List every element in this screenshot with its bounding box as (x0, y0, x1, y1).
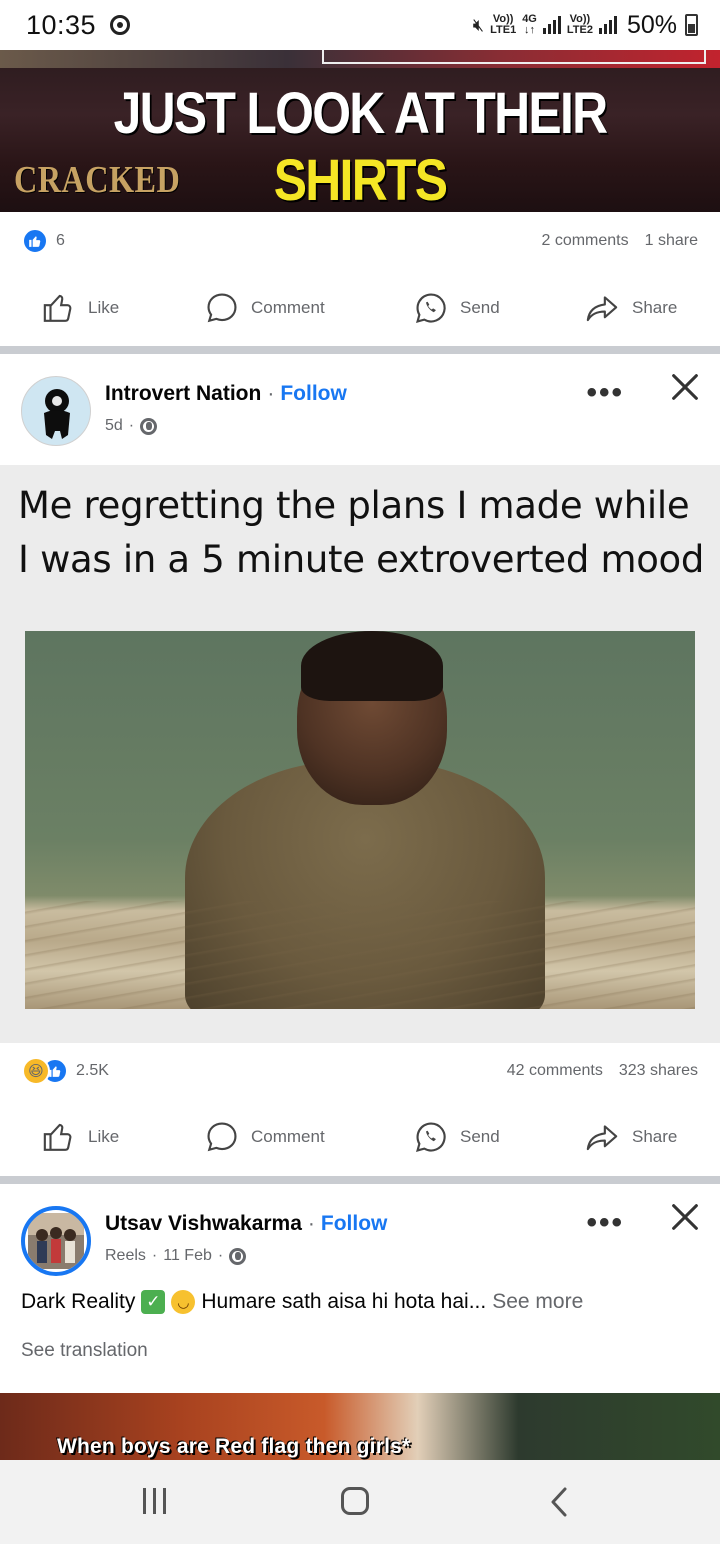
video-frame-border (322, 50, 706, 64)
comment-icon (207, 293, 237, 323)
like-label: Like (88, 1127, 120, 1146)
author-line: Utsav Vishwakarma · Follow (105, 1212, 388, 1236)
reel-caption: When boys are Red flag then girls* (57, 1435, 411, 1458)
feed-divider (0, 1176, 720, 1184)
photo-figure-hair (301, 631, 443, 701)
send-button[interactable]: Send (414, 1120, 500, 1154)
share-button[interactable]: Share (584, 1120, 677, 1154)
photo-blanket (25, 901, 695, 1009)
post-meta: Reels · 11 Feb · (105, 1247, 247, 1265)
comment-button[interactable]: Comment (205, 291, 325, 325)
share-label: Share (632, 298, 678, 317)
comments-count[interactable]: 42 comments (507, 1062, 603, 1080)
status-bar: 10:35 🔇︎ Vo)) LTE1 4G ↓↑ Vo)) LTE2 50% (0, 0, 720, 50)
shares-count[interactable]: 1 share (645, 232, 698, 250)
close-icon[interactable] (668, 1200, 702, 1239)
author-line: Introvert Nation · Follow (105, 382, 347, 406)
more-options-icon[interactable]: ••• (586, 376, 624, 410)
chrome-icon (110, 15, 131, 35)
share-icon (586, 1125, 618, 1151)
follow-button[interactable]: Follow (280, 382, 347, 406)
comment-label: Comment (251, 298, 325, 317)
post-type[interactable]: Reels (105, 1247, 146, 1265)
reaction-count: 2.5K (76, 1062, 109, 1079)
like-reaction-icon (22, 228, 48, 254)
status-time: 10:35 (26, 9, 97, 40)
mute-icon: 🔇︎ (472, 14, 485, 35)
post-actions: Like Comment Send Share (0, 1107, 720, 1167)
reaction-count: 6 (56, 232, 65, 249)
network-type: 4G ↓↑ (522, 13, 537, 36)
back-icon[interactable] (548, 1486, 570, 1523)
signal-icon (542, 16, 561, 34)
see-more-link[interactable]: See more (492, 1290, 583, 1314)
reaction-summary[interactable]: 😆 2.5K 42 comments 323 shares (0, 1042, 720, 1100)
system-nav-bar (0, 1460, 720, 1544)
meme-photo (25, 631, 695, 1009)
post-actions: Like Comment Send Share (0, 278, 720, 338)
meme-caption: Me regretting the plans I made while I w… (18, 484, 705, 581)
like-button[interactable]: Like (42, 291, 119, 325)
reel-thumbnail[interactable]: When boys are Red flag then girls* (0, 1393, 720, 1460)
close-icon[interactable] (668, 370, 702, 409)
globe-icon (140, 417, 158, 435)
like-button[interactable]: Like (42, 1120, 119, 1154)
share-icon (586, 296, 618, 322)
video-brand-logo: CRACKED (14, 159, 181, 201)
send-label: Send (460, 1127, 500, 1146)
follow-button[interactable]: Follow (321, 1212, 388, 1236)
home-icon[interactable] (341, 1487, 369, 1515)
globe-icon (229, 1247, 247, 1265)
more-options-icon[interactable]: ••• (586, 1206, 624, 1240)
post-header: Utsav Vishwakarma · Follow Reels · 11 Fe… (0, 1184, 720, 1294)
author-name[interactable]: Introvert Nation (105, 382, 261, 406)
avatar[interactable] (21, 376, 91, 446)
post-time[interactable]: 5d (105, 417, 123, 435)
comment-icon (207, 1122, 237, 1152)
avatar[interactable] (21, 1206, 91, 1276)
recent-apps-icon[interactable] (143, 1488, 166, 1514)
checkmark-emoji: ✓ (141, 1290, 166, 1314)
signal-icon (598, 16, 617, 34)
like-icon (43, 1123, 72, 1151)
haha-reaction-icon: 😆 (22, 1057, 50, 1085)
status-indicators: 🔇︎ Vo)) LTE1 4G ↓↑ Vo)) LTE2 50% (473, 11, 698, 40)
comment-label: Comment (251, 1127, 325, 1146)
send-label: Send (460, 298, 500, 317)
share-button[interactable]: Share (584, 291, 677, 325)
battery-percent: 50% (626, 10, 677, 39)
post-header: Introvert Nation · Follow 5d · ••• (0, 354, 720, 464)
send-button[interactable]: Send (414, 291, 500, 325)
smile-emoji: ◡ (171, 1290, 196, 1314)
post-image[interactable]: Me regretting the plans I made while I w… (0, 465, 720, 1043)
sim2-indicator: Vo)) LTE2 (566, 13, 593, 36)
comments-count[interactable]: 2 comments (541, 232, 628, 250)
post-date[interactable]: 11 Feb (163, 1247, 212, 1265)
comment-button[interactable]: Comment (205, 1120, 325, 1154)
like-icon (43, 294, 72, 322)
sim1-indicator: Vo)) LTE1 (490, 13, 517, 36)
share-label: Share (632, 1127, 678, 1146)
see-translation-link[interactable]: See translation (21, 1340, 148, 1362)
battery-icon (685, 14, 698, 36)
shares-count[interactable]: 323 shares (619, 1062, 698, 1080)
whatsapp-send-icon (416, 293, 446, 323)
like-label: Like (88, 298, 120, 317)
whatsapp-send-icon (416, 1122, 446, 1152)
post-text: Dark Reality ✓ ◡ Humare sath aisa hi hot… (21, 1290, 584, 1314)
author-name[interactable]: Utsav Vishwakarma (105, 1212, 302, 1236)
post-meta: 5d · (105, 417, 158, 435)
reaction-summary[interactable]: 6 2 comments 1 share (0, 212, 720, 270)
feed-divider (0, 346, 720, 354)
video-thumbnail[interactable]: JUST LOOK AT THEIR SHIRTS CRACKED (0, 50, 720, 212)
